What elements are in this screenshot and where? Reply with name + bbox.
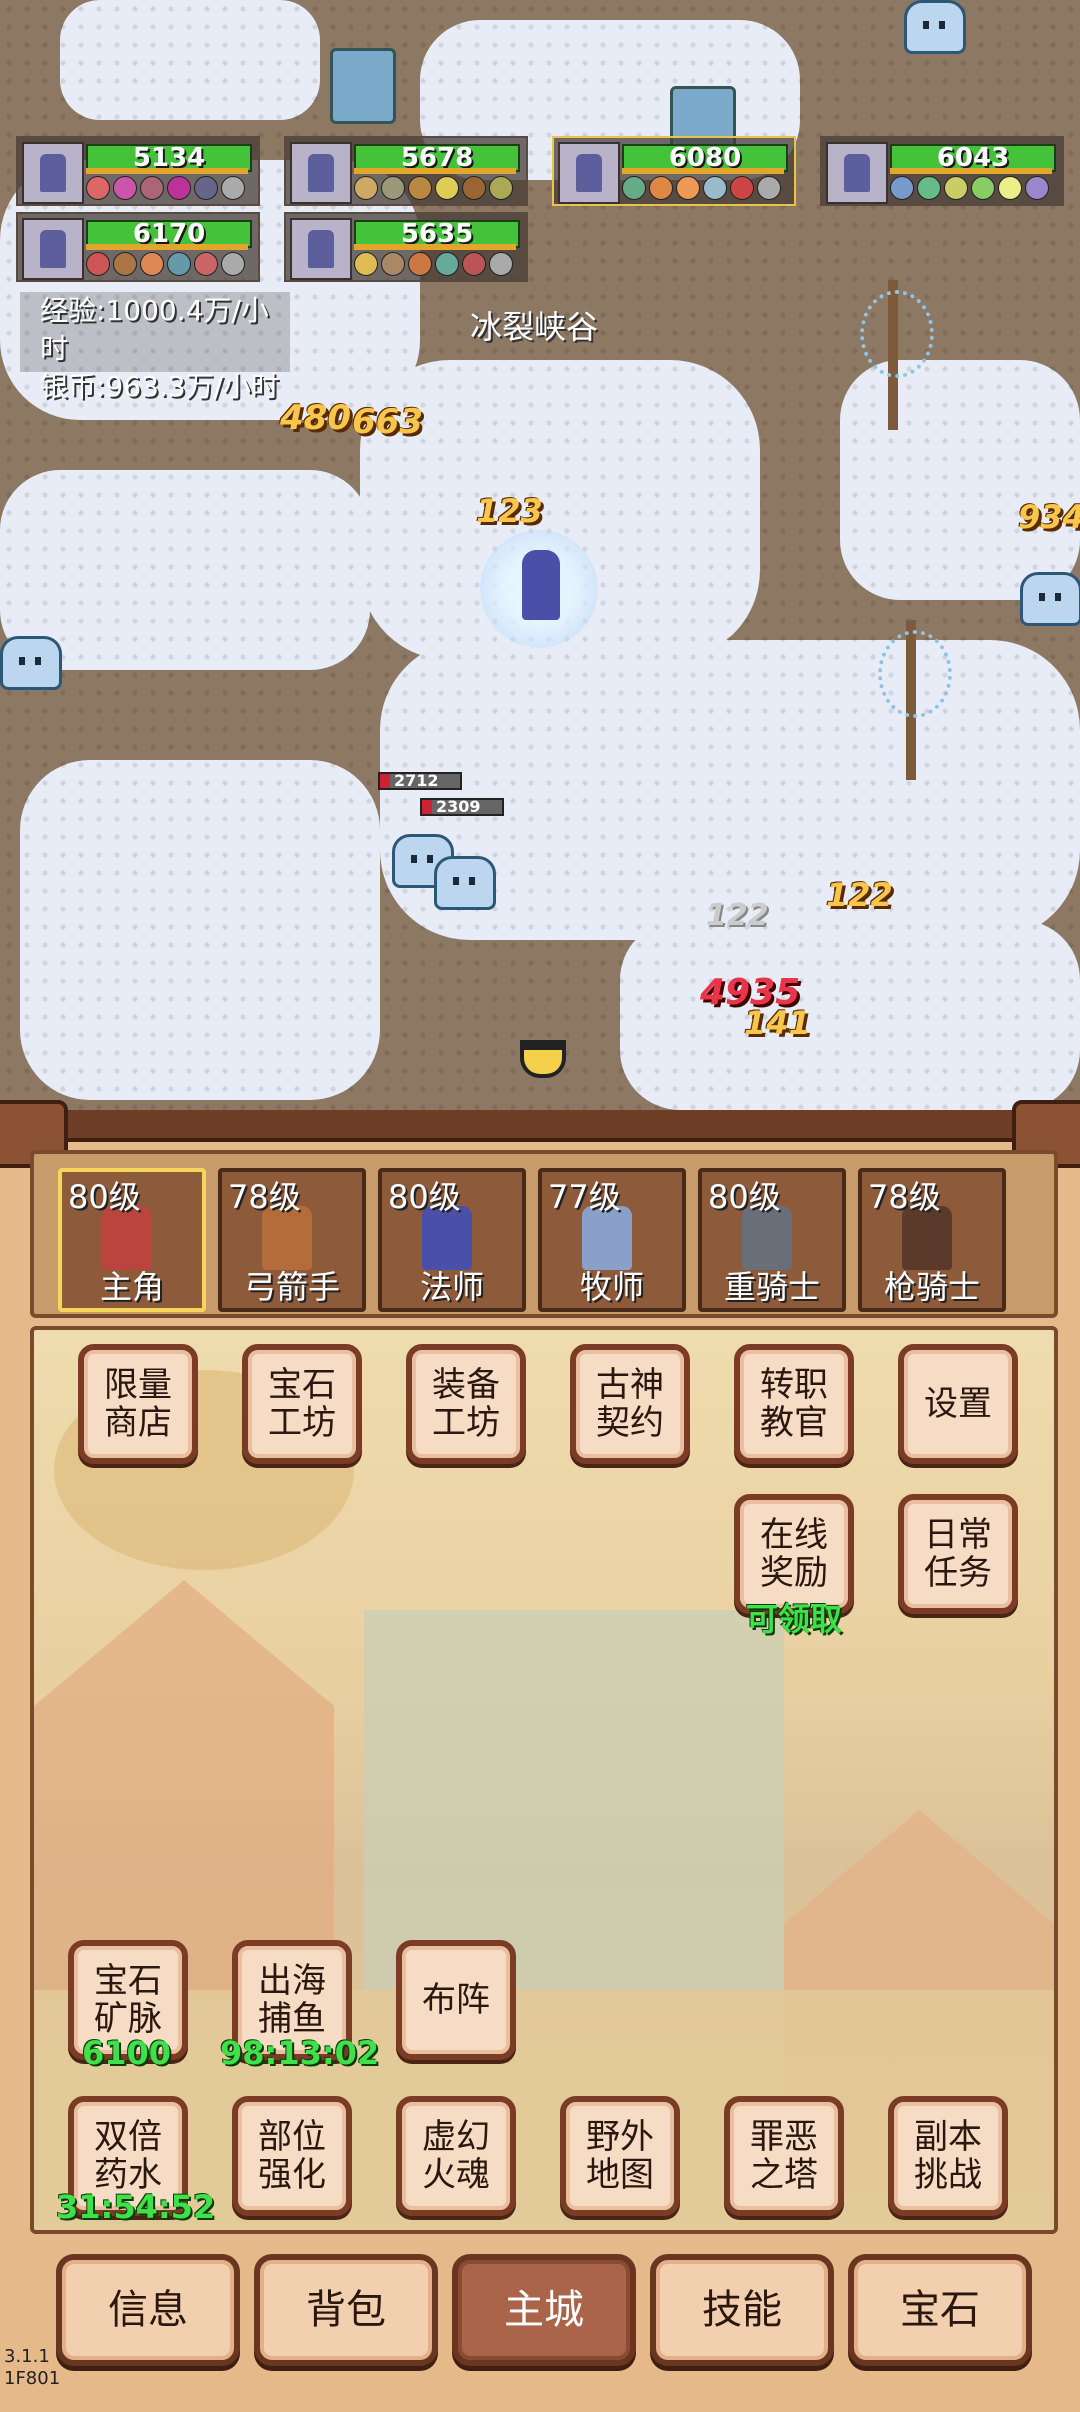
damage-number: 663 [352,402,423,442]
party-member-card[interactable]: 5635 [284,212,528,282]
version-label: 3.1.1 1F801 [4,2346,61,2389]
battle-map: 5134 5678 6080 6043 6170 5635 经验:1000.4万… [0,0,1080,1110]
silver-rate: 银币:963.3万/小时 [40,370,280,403]
nav-gems[interactable]: 宝石 [848,2254,1032,2366]
hero-roster: 80级 主角 78级 弓箭手 80级 法师 77级 牧师 80级 重骑士 78级… [30,1150,1058,1318]
hero-slot-mage[interactable]: 80级 法师 [378,1168,526,1312]
hero-slot-priest[interactable]: 77级 牧师 [538,1168,686,1312]
part-enhance-button[interactable]: 部位强化 [232,2096,352,2216]
hero-level: 80级 [388,1178,461,1216]
double-potion-timer: 31:54:52 [56,2188,216,2226]
damage-number: 122 [706,898,769,933]
party-portrait [290,218,352,280]
damage-number: 122 [826,876,893,914]
daily-tasks-button[interactable]: 日常任务 [898,1494,1018,1614]
party-member-card[interactable]: 6043 [820,136,1064,206]
tower-button[interactable]: 罪恶之塔 [724,2096,844,2216]
bottom-nav: 信息 背包 主城 技能 宝石 [0,2240,1080,2412]
hero-level: 80级 [68,1178,141,1216]
equip-workshop-button[interactable]: 装备工坊 [406,1344,526,1464]
formation-button[interactable]: 布阵 [396,1940,516,2060]
damage-number: 123 [476,492,543,530]
skill-icons [86,176,245,200]
location-marker-icon [520,1040,566,1078]
hero-level: 80级 [708,1178,781,1216]
hero-level: 78级 [228,1178,301,1216]
hero-role: 枪骑士 [883,1268,980,1306]
ice-ghost-enemy[interactable] [1020,572,1080,626]
hero-level: 77级 [548,1178,621,1216]
skill-icons [890,176,1049,200]
ice-ghost-enemy[interactable] [0,636,62,690]
party-portrait [290,142,352,204]
nav-city[interactable]: 主城 [452,2254,636,2366]
hero-slot-archer[interactable]: 78级 弓箭手 [218,1168,366,1312]
income-stats: 经验:1000.4万/小时 银币:963.3万/小时 [20,292,290,403]
nav-skills[interactable]: 技能 [650,2254,834,2366]
hero-slot-protagonist[interactable]: 80级 主角 [58,1168,206,1312]
hero-role: 法师 [419,1268,484,1306]
exp-rate: 经验:1000.4万/小时 [40,294,269,365]
hero-role: 主角 [99,1268,164,1306]
gem-vein-value: 6100 [82,2034,172,2072]
party-portrait [826,142,888,204]
enemy-hp-bar: 2309 [420,798,504,816]
party-portrait [22,142,84,204]
party-member-card[interactable]: 5678 [284,136,528,206]
frozen-tree [878,620,952,780]
map-name: 冰裂峡谷 [470,308,599,346]
town-background: 限量商店 宝石工坊 装备工坊 古神契约 转职教官 设置 在线奖励 可领取 日常任… [30,1326,1058,2234]
online-reward-status: 可领取 [746,1600,843,1638]
hero-slot-lancer[interactable]: 78级 枪骑士 [858,1168,1006,1312]
damage-number: 141 [744,1004,811,1042]
nav-bag[interactable]: 背包 [254,2254,438,2366]
skill-icons [354,176,513,200]
settings-button[interactable]: 设置 [898,1344,1018,1464]
party-member-card[interactable]: 6170 [16,212,260,282]
ice-ghost-enemy[interactable] [904,0,966,54]
hero-role: 牧师 [579,1268,644,1306]
skill-icons [86,252,245,276]
job-change-button[interactable]: 转职教官 [734,1344,854,1464]
gem-workshop-button[interactable]: 宝石工坊 [242,1344,362,1464]
field-map-button[interactable]: 野外地图 [560,2096,680,2216]
damage-number: 480 [280,398,351,438]
main-panel: 80级 主角 78级 弓箭手 80级 法师 77级 牧师 80级 重骑士 78级… [0,1100,1080,2412]
party-member-card-selected[interactable]: 6080 [552,136,796,206]
frozen-tree [860,280,934,430]
party-portrait [22,218,84,280]
nav-info[interactable]: 信息 [56,2254,240,2366]
hero-level: 78级 [868,1178,941,1216]
fishing-timer: 98:13:02 [220,2034,380,2072]
hero-role: 弓箭手 [243,1268,340,1306]
hero-slot-heavy-knight[interactable]: 80级 重骑士 [698,1168,846,1312]
enemy-hp-bar: 2712 [378,772,462,790]
hero-role: 重骑士 [723,1268,820,1306]
damage-number: 934 [1018,498,1080,536]
skill-icons [354,252,513,276]
party-member-card[interactable]: 5134 [16,136,260,206]
dungeon-button[interactable]: 副本挑战 [888,2096,1008,2216]
ice-ghost-enemy[interactable] [434,856,496,910]
party-portrait [558,142,620,204]
ice-stump [330,48,396,124]
ancient-pact-button[interactable]: 古神契约 [570,1344,690,1464]
illusion-soul-button[interactable]: 虚幻火魂 [396,2096,516,2216]
mage-hero-sprite [480,530,598,648]
skill-icons [622,176,781,200]
limited-shop-button[interactable]: 限量商店 [78,1344,198,1464]
